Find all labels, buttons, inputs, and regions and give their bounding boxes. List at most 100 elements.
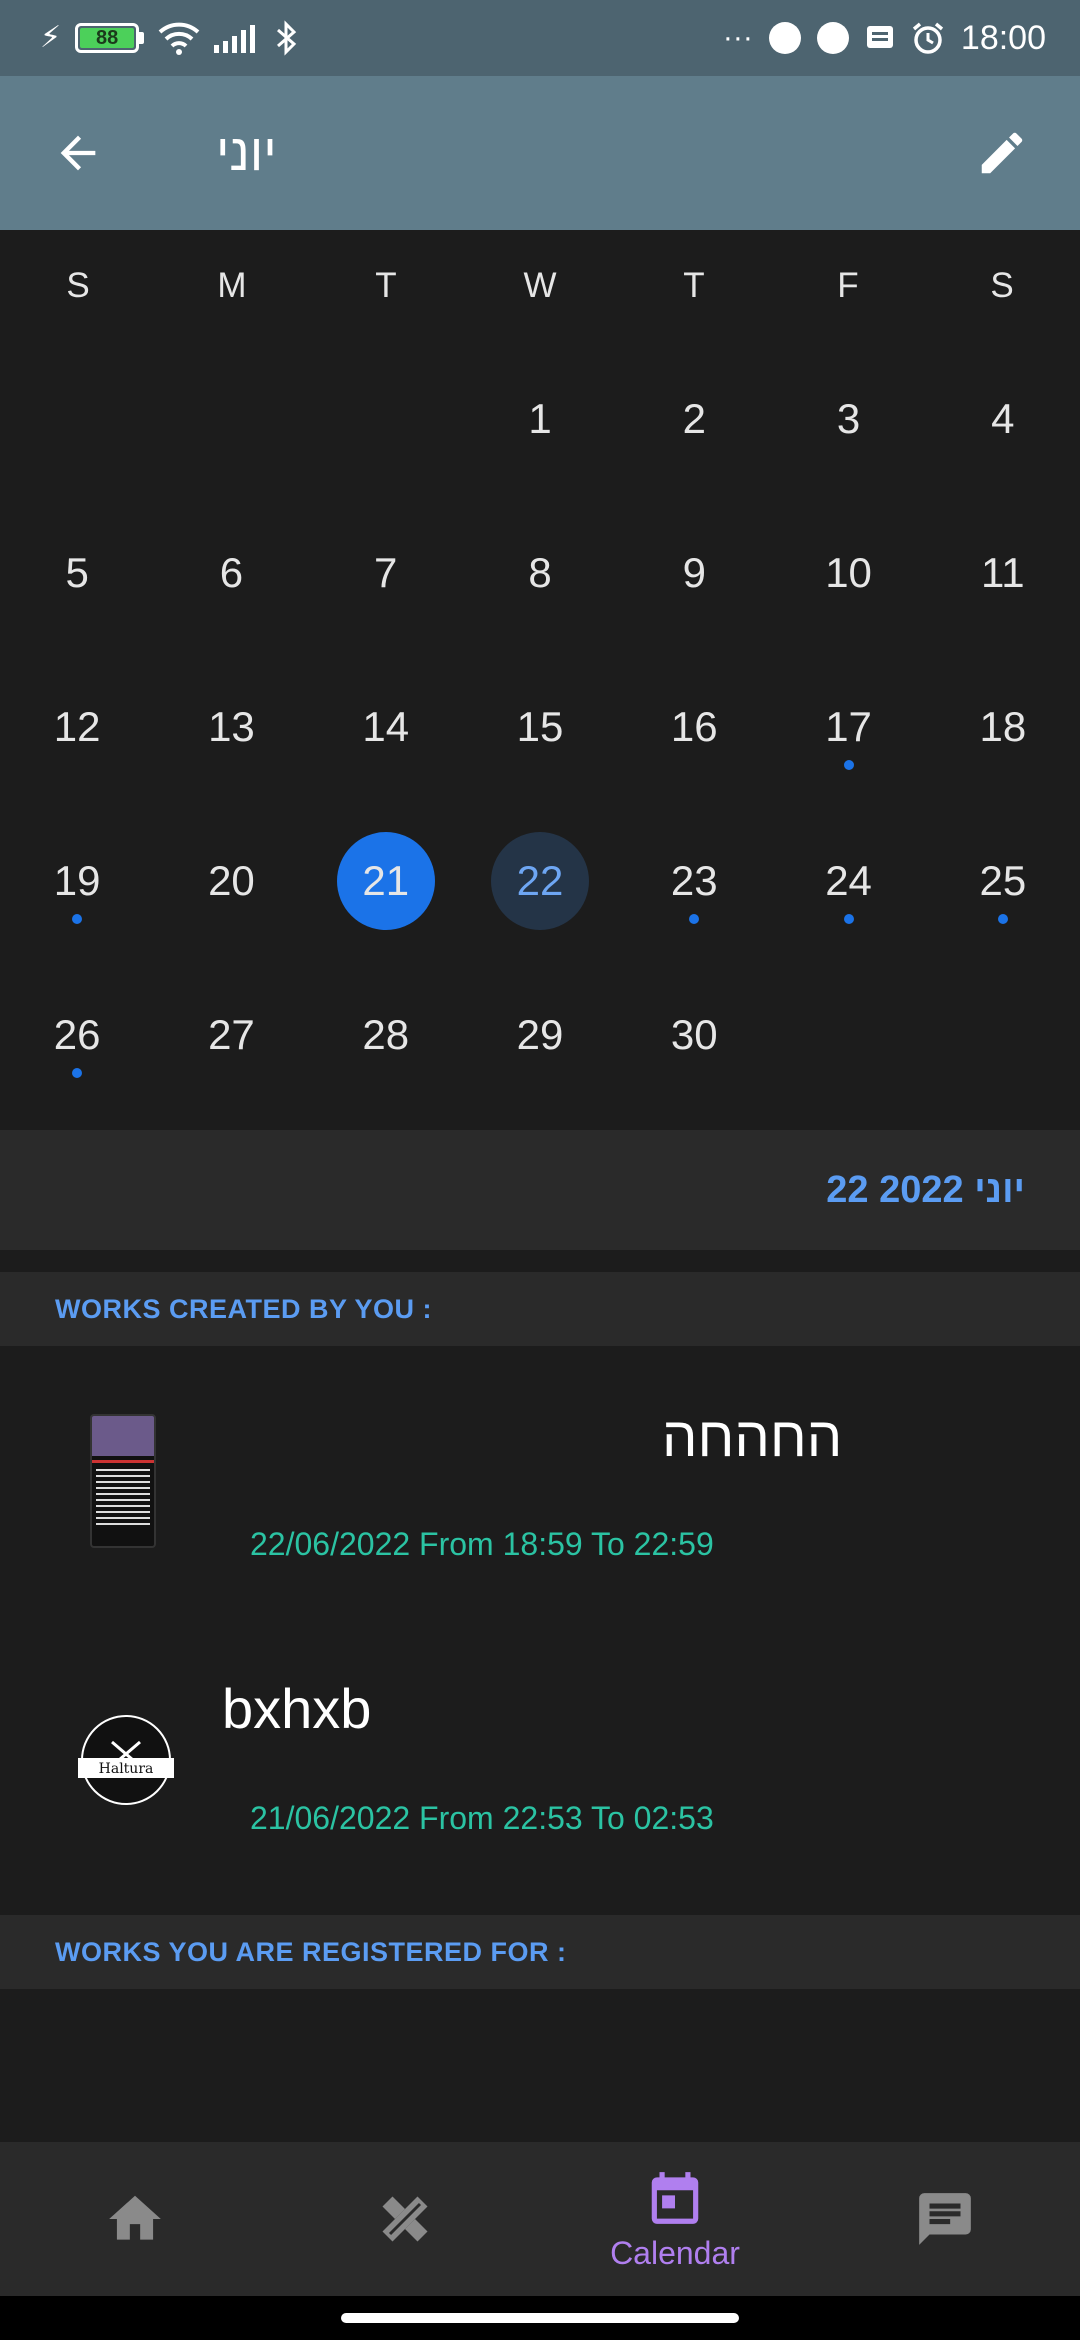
day-number: 15 xyxy=(516,703,564,750)
day-number: 22 xyxy=(516,857,564,904)
day-number: 9 xyxy=(682,549,706,596)
day-cell[interactable]: 4 xyxy=(926,342,1080,496)
day-cell[interactable]: 11 xyxy=(926,496,1080,650)
day-cell[interactable]: 8 xyxy=(463,496,617,650)
day-cell[interactable]: 1 xyxy=(463,342,617,496)
app-notification-icon xyxy=(768,22,801,54)
nav-chat[interactable] xyxy=(810,2142,1080,2296)
day-cell[interactable]: 10 xyxy=(771,496,925,650)
status-bar: ⚡ 88 ··· 18:00 xyxy=(0,0,1080,76)
day-cell[interactable]: 5 xyxy=(0,496,154,650)
day-cell[interactable]: 13 xyxy=(154,650,308,804)
day-cell[interactable]: 17 xyxy=(771,650,925,804)
clock: 18:00 xyxy=(960,18,1046,57)
day-number: 10 xyxy=(825,549,872,596)
work-time: 21/06/2022 From 22:53 To 02:53 xyxy=(250,1800,714,1836)
bottom-navigation: Calendar xyxy=(0,2142,1080,2296)
day-cell[interactable]: 29 xyxy=(463,958,617,1112)
day-blank xyxy=(0,342,154,496)
app-bar: יוני xyxy=(0,76,1080,230)
day-number: 19 xyxy=(53,857,101,904)
day-number: 30 xyxy=(670,1011,718,1058)
section-title-created: WORKS CREATED BY YOU : xyxy=(55,1293,433,1324)
battery-indicator: 88 xyxy=(75,23,145,53)
work-name: bxhxb xyxy=(222,1677,372,1740)
day-number: 28 xyxy=(362,1011,410,1058)
day-number: 4 xyxy=(991,395,1015,442)
day-cell[interactable]: 24 xyxy=(771,804,925,958)
day-cell[interactable]: 19 xyxy=(0,804,154,958)
day-cell[interactable]: 3 xyxy=(771,342,925,496)
day-number: 18 xyxy=(979,703,1027,750)
weekday-label: S xyxy=(990,266,1014,305)
event-dot xyxy=(843,760,854,770)
day-cell[interactable]: 25 xyxy=(926,804,1080,958)
weekday-label: W xyxy=(523,266,557,305)
app-notification-icon xyxy=(816,22,849,54)
nav-home[interactable] xyxy=(0,2142,270,2296)
home-indicator[interactable] xyxy=(341,2313,739,2323)
day-cell[interactable]: 15 xyxy=(463,650,617,804)
work-name: החהחה xyxy=(662,1405,843,1468)
day-number: 12 xyxy=(53,703,101,750)
day-number: 24 xyxy=(825,857,872,904)
section-header-created: WORKS CREATED BY YOU : xyxy=(0,1272,1080,1346)
signal-icon xyxy=(214,25,256,53)
bluetooth-icon xyxy=(277,20,297,56)
day-number: 6 xyxy=(219,549,244,596)
day-number: 29 xyxy=(516,1011,564,1058)
logo-text: Haltura xyxy=(99,1761,154,1777)
day-number: 5 xyxy=(65,549,89,596)
day-number: 8 xyxy=(528,549,552,596)
event-dot xyxy=(72,1068,83,1078)
gesture-bar xyxy=(0,2296,1080,2340)
weekday-label: T xyxy=(375,266,397,305)
page-title: יוני xyxy=(216,124,277,182)
alarm-icon xyxy=(912,22,944,54)
day-cell[interactable]: 23 xyxy=(617,804,771,958)
day-number: 17 xyxy=(825,703,872,750)
tools-icon xyxy=(382,2196,428,2242)
day-cell[interactable]: 21 xyxy=(309,804,463,958)
day-cell[interactable]: 30 xyxy=(617,958,771,1112)
day-number: 21 xyxy=(362,857,410,904)
battery-level: 88 xyxy=(80,27,135,49)
nav-tools[interactable] xyxy=(270,2142,540,2296)
work-item[interactable]: החהחה 22/06/2022 From 18:59 To 22:59 xyxy=(0,1346,1080,1616)
day-number: 16 xyxy=(670,703,718,750)
day-cell[interactable]: 22 xyxy=(463,804,617,958)
day-cell[interactable]: 16 xyxy=(617,650,771,804)
day-number: 2 xyxy=(682,395,706,442)
month-calendar: SMTWTFS 1 2 3 4 5 6 7 8 9 10 11 12 13 14 15 16 17 18 19 20 2… xyxy=(0,230,1080,1130)
day-number: 23 xyxy=(670,857,718,904)
haltura-logo: Haltura xyxy=(76,1710,176,1810)
edit-button[interactable] xyxy=(964,115,1040,191)
day-cell[interactable]: 20 xyxy=(154,804,308,958)
day-cell[interactable]: 27 xyxy=(154,958,308,1112)
arrow-back-icon xyxy=(60,135,96,171)
back-button[interactable] xyxy=(40,115,116,191)
calendar-icon xyxy=(651,2171,699,2224)
charging-icon: ⚡ xyxy=(40,21,62,54)
day-cell[interactable]: 9 xyxy=(617,496,771,650)
day-cell[interactable]: 2 xyxy=(617,342,771,496)
event-dot xyxy=(843,914,854,924)
day-number: 27 xyxy=(208,1011,255,1058)
day-cell[interactable]: 14 xyxy=(309,650,463,804)
day-cell[interactable]: 7 xyxy=(309,496,463,650)
day-cell[interactable]: 12 xyxy=(0,650,154,804)
day-number: 26 xyxy=(53,1011,101,1058)
nav-calendar[interactable]: Calendar xyxy=(540,2142,810,2296)
work-item[interactable]: Haltura bxhxb 21/06/2022 From 22:53 To 0… xyxy=(0,1620,1080,1890)
work-thumbnail xyxy=(90,1414,156,1548)
weekday-label: M xyxy=(217,266,247,305)
day-number: 7 xyxy=(374,549,398,596)
day-cell[interactable]: 26 xyxy=(0,958,154,1112)
selected-date-label: 22 יוני 2022 xyxy=(826,1168,1025,1211)
day-cell[interactable]: 18 xyxy=(926,650,1080,804)
more-icon: ··· xyxy=(722,21,753,54)
day-cell[interactable]: 28 xyxy=(309,958,463,1112)
message-icon xyxy=(866,26,893,48)
day-cell[interactable]: 6 xyxy=(154,496,308,650)
section-header-registered: WORKS YOU ARE REGISTERED FOR : xyxy=(0,1915,1080,1989)
